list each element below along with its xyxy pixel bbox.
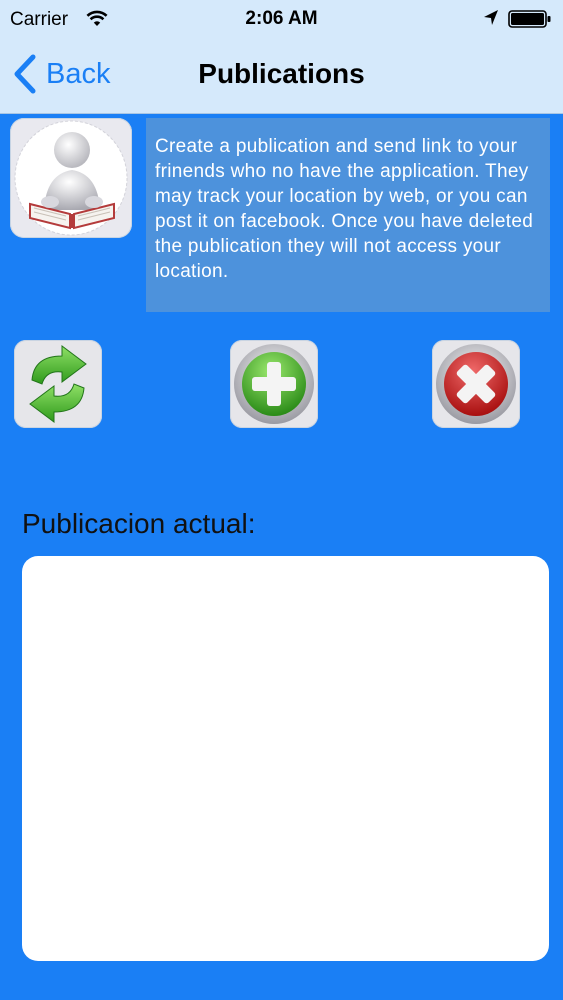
add-icon — [234, 344, 314, 424]
status-bar: Carrier 2:06 AM — [0, 0, 563, 38]
delete-button[interactable] — [432, 340, 520, 428]
refresh-icon — [29, 345, 87, 423]
current-publication-field[interactable] — [22, 556, 549, 961]
status-time: 2:06 AM — [245, 8, 318, 29]
info-text: Create a publication and send link to yo… — [146, 118, 550, 312]
navigation-bar: Back Publications — [0, 38, 563, 113]
location-arrow-icon — [483, 9, 499, 33]
delete-icon — [436, 344, 516, 424]
page-title: Publications — [198, 58, 365, 89]
top-bar: Carrier 2:06 AM Back Publications — [0, 0, 563, 114]
current-publication-label: Publicacion actual: — [22, 508, 256, 539]
add-button[interactable] — [230, 340, 318, 428]
reading-person-icon — [10, 118, 132, 238]
refresh-button[interactable] — [14, 340, 102, 428]
battery-icon — [508, 10, 551, 28]
